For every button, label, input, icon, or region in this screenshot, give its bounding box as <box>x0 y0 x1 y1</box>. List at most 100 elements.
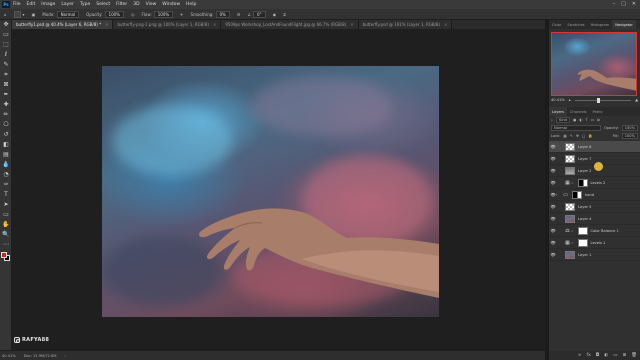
close-tab-icon[interactable]: ✕ <box>350 22 353 27</box>
layer-thumbnail[interactable] <box>565 214 575 223</box>
airbrush-icon[interactable]: ✈ <box>180 12 183 17</box>
filter-shape-icon[interactable]: ▭ <box>591 118 594 122</box>
mask-link-icon[interactable]: ∞ <box>571 229 574 233</box>
layer-thumbnail[interactable] <box>565 154 575 163</box>
gradient-tool-icon[interactable]: ▤ <box>1 150 11 159</box>
fx-icon[interactable]: fx <box>586 353 590 358</box>
layer-name[interactable]: Levels 1 <box>591 241 606 245</box>
more-tools-icon[interactable]: ⋯ <box>1 240 11 249</box>
mask-link-icon[interactable]: ∞ <box>571 241 574 245</box>
tab-channels[interactable]: Channels <box>567 107 590 116</box>
tab-layers[interactable]: Layers <box>549 107 567 116</box>
smoothing-field[interactable]: 0% <box>215 10 230 18</box>
navigator-preview[interactable] <box>551 32 637 96</box>
tab-navigator[interactable]: Navigator <box>612 20 636 29</box>
minimize-icon[interactable]: – <box>613 1 616 7</box>
lock-all-icon[interactable]: 🔒 <box>588 134 592 138</box>
foreground-color[interactable] <box>1 252 7 258</box>
brush-settings-icon[interactable]: ▣ <box>32 12 36 17</box>
visibility-eye-icon[interactable]: 👁 <box>550 228 556 233</box>
document-canvas[interactable] <box>102 66 439 317</box>
visibility-eye-icon[interactable]: 👁 <box>550 144 556 149</box>
zoom-level[interactable]: 40.41% <box>2 354 16 358</box>
close-tab-icon[interactable]: ✕ <box>105 22 108 27</box>
tab-lost-and-found[interactable]: 9509ps Workshop_LostAndFoundFlight.jpg @… <box>221 20 359 29</box>
close-tab-icon[interactable]: ✕ <box>213 22 216 27</box>
layer-thumbnail[interactable] <box>565 250 575 259</box>
close-icon[interactable]: ✕ <box>632 1 636 7</box>
fill-field[interactable]: 100% <box>621 133 638 139</box>
tab-histogram[interactable]: Histogram <box>588 20 613 29</box>
menu-image[interactable]: Image <box>41 2 55 7</box>
adjustment-icon[interactable]: ◐ <box>604 353 608 358</box>
layer-row[interactable]: 👁 ▦ ∞ Levels 2 <box>549 177 640 189</box>
quick-select-icon[interactable]: ✎ <box>1 60 11 69</box>
tab-butterfly1-psd[interactable]: butterfly1.psd @ 40.4% (Layer 6, RGB/8) … <box>12 20 114 29</box>
layer-name[interactable]: Layer 1 <box>578 253 591 257</box>
folder-icon[interactable]: ▭ <box>613 353 617 358</box>
menu-type[interactable]: Type <box>80 2 90 7</box>
filter-adjust-icon[interactable]: ◐ <box>579 118 582 122</box>
filter-pixel-icon[interactable]: ▣ <box>573 118 576 122</box>
smoothing-settings-icon[interactable]: ⚙ <box>237 12 241 17</box>
maximize-icon[interactable]: □ <box>621 1 626 7</box>
tab-color[interactable]: Color <box>549 20 564 29</box>
filter-type-icon[interactable]: T <box>585 118 587 122</box>
link-icon[interactable]: ∞ <box>578 353 582 358</box>
menu-help[interactable]: Help <box>186 2 196 7</box>
lock-artboard-icon[interactable]: ▢ <box>582 134 585 138</box>
path-select-icon[interactable]: ➤ <box>1 200 11 209</box>
mode-select[interactable]: Normal <box>56 10 80 18</box>
mask-icon[interactable]: ◘ <box>596 353 600 358</box>
type-tool-icon[interactable]: T <box>1 190 11 199</box>
lock-move-icon[interactable]: ✥ <box>576 134 579 138</box>
status-arrow-icon[interactable]: › <box>64 354 65 358</box>
blend-mode-select[interactable]: Normal <box>551 125 601 131</box>
artboard-icon[interactable]: ▭ <box>1 30 11 39</box>
layer-thumbnail[interactable] <box>565 166 575 175</box>
layer-name[interactable]: hand <box>585 193 594 197</box>
brush-tool-icon[interactable]: ✏ <box>1 110 11 119</box>
dodge-tool-icon[interactable]: ◔ <box>1 170 11 179</box>
visibility-eye-icon[interactable]: 👁 <box>550 204 556 209</box>
rectangle-tool-icon[interactable]: ▭ <box>1 210 11 219</box>
navigator-zoom-value[interactable]: 40.41% <box>551 98 565 102</box>
tab-paths[interactable]: Paths <box>590 107 606 116</box>
menu-filter[interactable]: Filter <box>116 2 127 7</box>
tab-butterfly-png[interactable]: butterfly-png-1.png @ 100% (Layer 1, RGB… <box>113 20 222 29</box>
tab-butterfly-psd[interactable]: butterfly.psd @ 191% (Layer 1, RGB/8) ✕ <box>358 20 453 29</box>
layer-thumbnail[interactable] <box>572 190 582 199</box>
layer-name[interactable]: Color Balance 1 <box>591 229 619 233</box>
symmetry-icon[interactable]: ⧖ <box>283 12 286 17</box>
lock-pixels-icon[interactable]: ▦ <box>563 134 566 138</box>
home-icon[interactable]: ⌂ <box>4 12 7 17</box>
layer-row[interactable]: 👁 › ▭ hand <box>549 189 640 201</box>
layer-row[interactable]: 👁 Layer 4 <box>549 213 640 225</box>
marquee-tool-icon[interactable]: ⬚ <box>1 40 11 49</box>
healing-brush-icon[interactable]: ✚ <box>1 100 11 109</box>
frame-tool-icon[interactable]: ⊠ <box>1 80 11 89</box>
visibility-eye-icon[interactable]: 👁 <box>550 252 556 257</box>
history-brush-icon[interactable]: ↺ <box>1 130 11 139</box>
lasso-tool-icon[interactable]: ℓ <box>1 50 11 59</box>
layer-name[interactable]: Layer 7 <box>578 157 591 161</box>
zoom-tool-icon[interactable]: 🔍 <box>1 230 11 239</box>
hand-tool-icon[interactable]: ✋ <box>1 220 11 229</box>
layer-thumbnail[interactable] <box>577 238 588 247</box>
visibility-eye-icon[interactable]: 👁 <box>550 216 556 221</box>
menu-select[interactable]: Select <box>96 2 110 7</box>
layer-thumbnail[interactable] <box>565 202 575 211</box>
color-swatches[interactable] <box>0 251 12 263</box>
close-tab-icon[interactable]: ✕ <box>444 22 447 27</box>
pressure-opacity-icon[interactable]: ◎ <box>131 12 135 17</box>
tab-swatches[interactable]: Swatches <box>564 20 587 29</box>
pressure-size-icon[interactable]: ◉ <box>273 12 277 17</box>
layer-thumbnail[interactable] <box>565 142 575 151</box>
layer-thumbnail[interactable] <box>577 226 588 235</box>
eyedropper-icon[interactable]: ✒ <box>1 90 11 99</box>
crop-tool-icon[interactable]: ⌗ <box>1 70 11 79</box>
layer-row[interactable]: 👁 Layer 1 <box>549 249 640 261</box>
navigator-zoom-slider[interactable] <box>574 97 632 103</box>
layer-row[interactable]: 👁 ⚖ ∞ Color Balance 1 <box>549 225 640 237</box>
eraser-tool-icon[interactable]: ◧ <box>1 140 11 149</box>
